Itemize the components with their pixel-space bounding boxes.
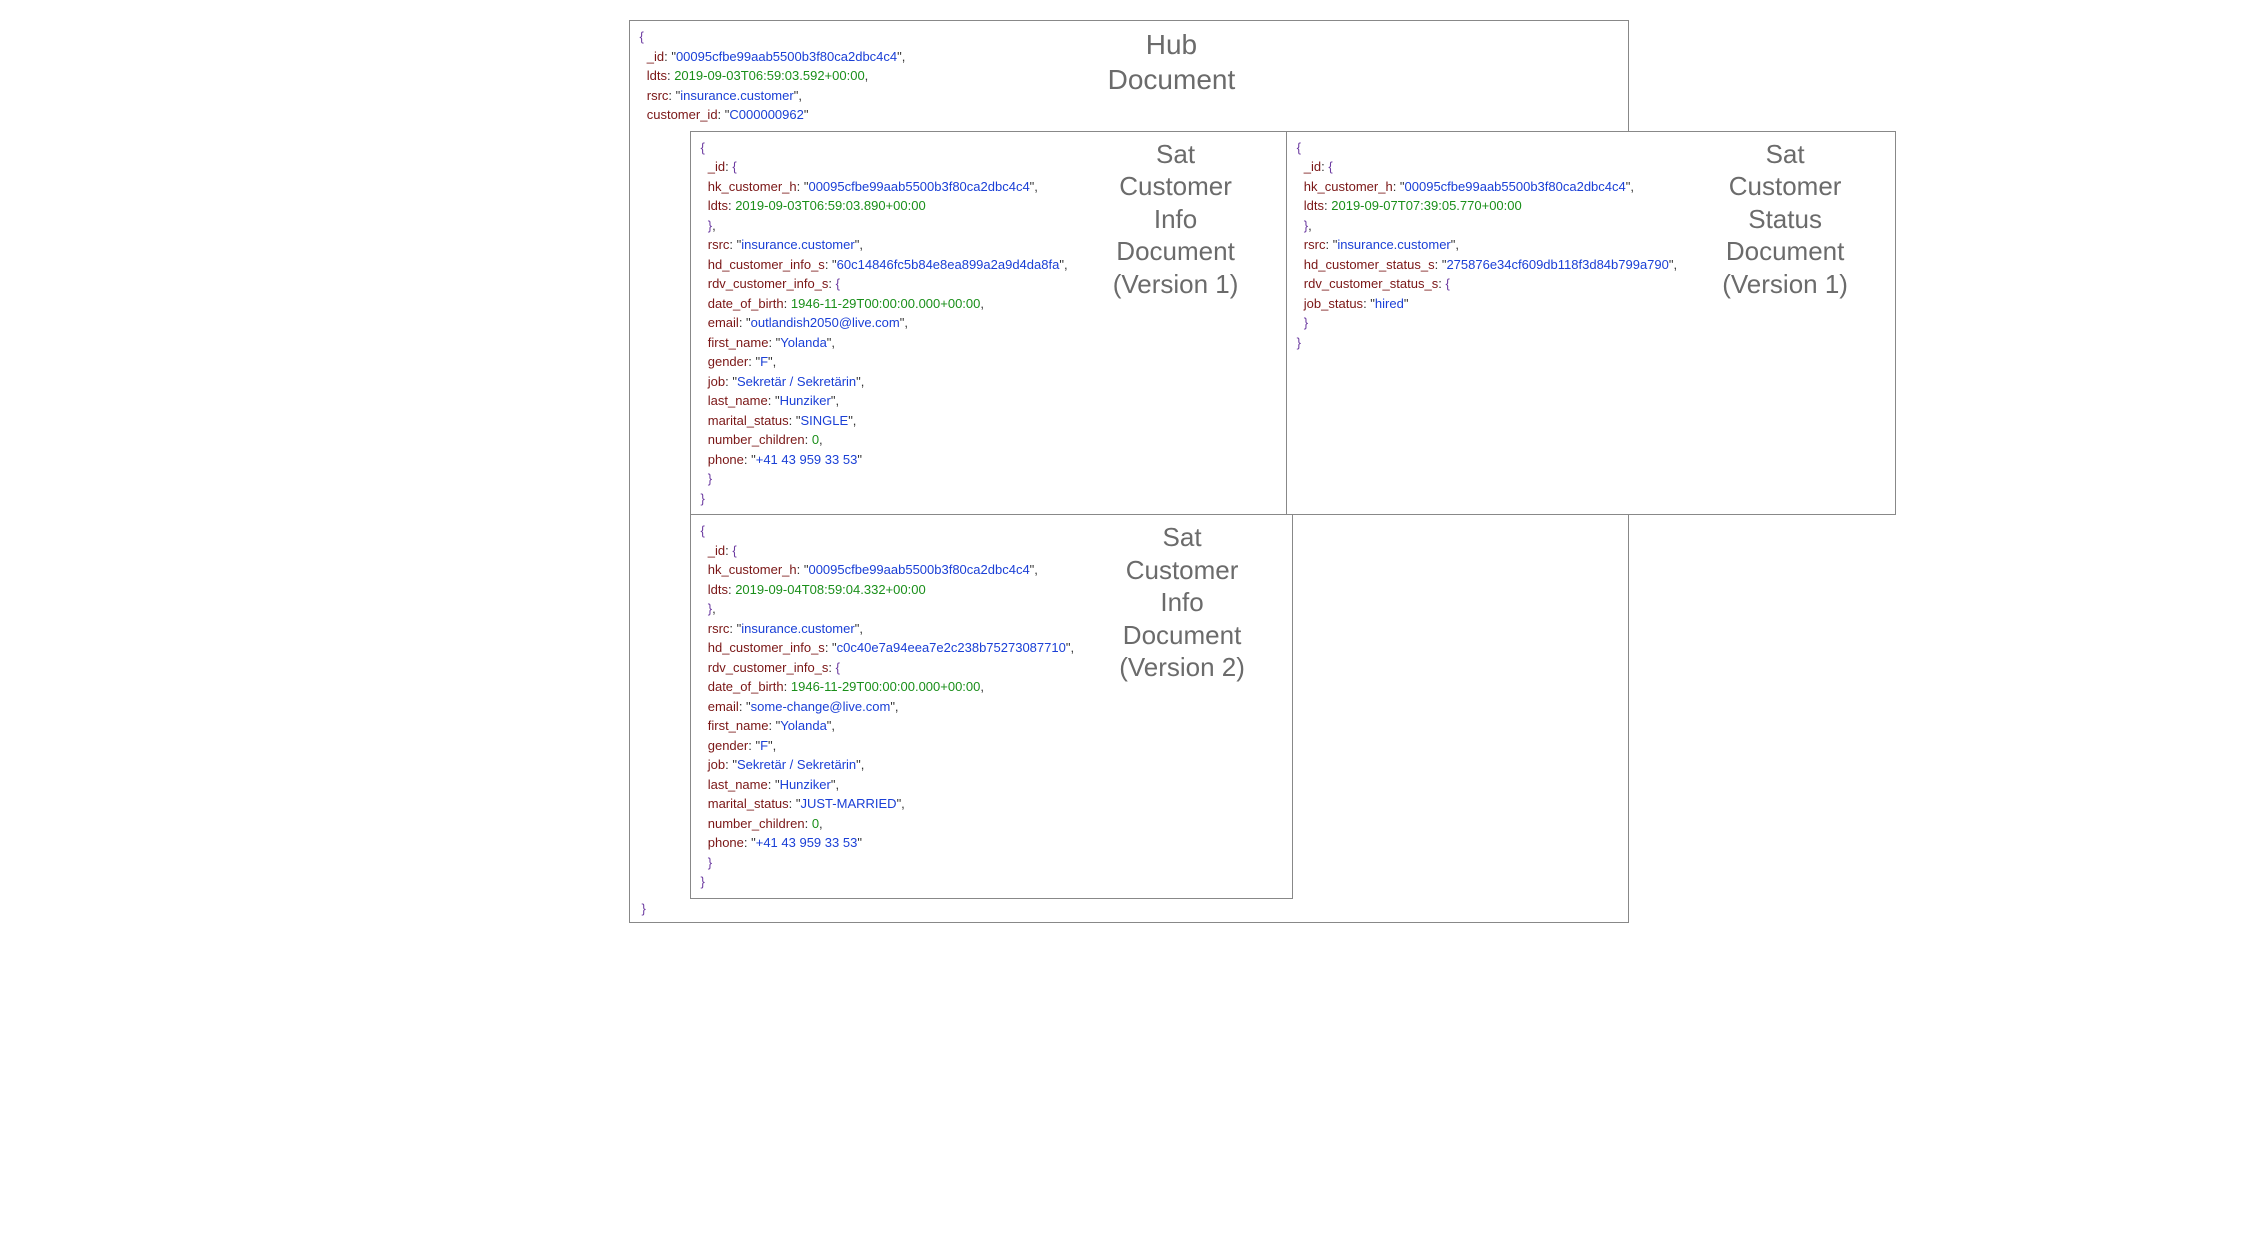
blank-placeholder bbox=[1292, 514, 1617, 899]
sat-customer-info-v2-box: { _id: { hk_customer_h: "00095cfbe99aab5… bbox=[690, 514, 1294, 899]
sat-info-v2-json: { _id: { hk_customer_h: "00095cfbe99aab5… bbox=[701, 521, 1075, 892]
diagram-canvas: { _id: "00095cfbe99aab5500b3f80ca2dbc4c4… bbox=[629, 20, 1629, 923]
sat-info-v1-json: { _id: { hk_customer_h: "00095cfbe99aab5… bbox=[701, 138, 1068, 509]
sat-info-v2-title: Sat Customer Info Document (Version 2) bbox=[1119, 521, 1245, 684]
hub-json: { _id: "00095cfbe99aab5500b3f80ca2dbc4c4… bbox=[640, 27, 906, 125]
hub-document-box: { _id: "00095cfbe99aab5500b3f80ca2dbc4c4… bbox=[629, 20, 1629, 923]
hub-closing-brace: } bbox=[642, 901, 1618, 916]
sat-status-v1-title: Sat Customer Status Document (Version 1) bbox=[1722, 138, 1848, 301]
sat-customer-info-v1-box: { _id: { hk_customer_h: "00095cfbe99aab5… bbox=[690, 131, 1287, 516]
hub-title: Hub Document bbox=[905, 27, 1437, 97]
sat-info-v1-title: Sat Customer Info Document (Version 1) bbox=[1113, 138, 1239, 301]
sat-status-v1-json: { _id: { hk_customer_h: "00095cfbe99aab5… bbox=[1297, 138, 1678, 353]
sat-customer-status-v1-box: { _id: { hk_customer_h: "00095cfbe99aab5… bbox=[1286, 131, 1897, 516]
